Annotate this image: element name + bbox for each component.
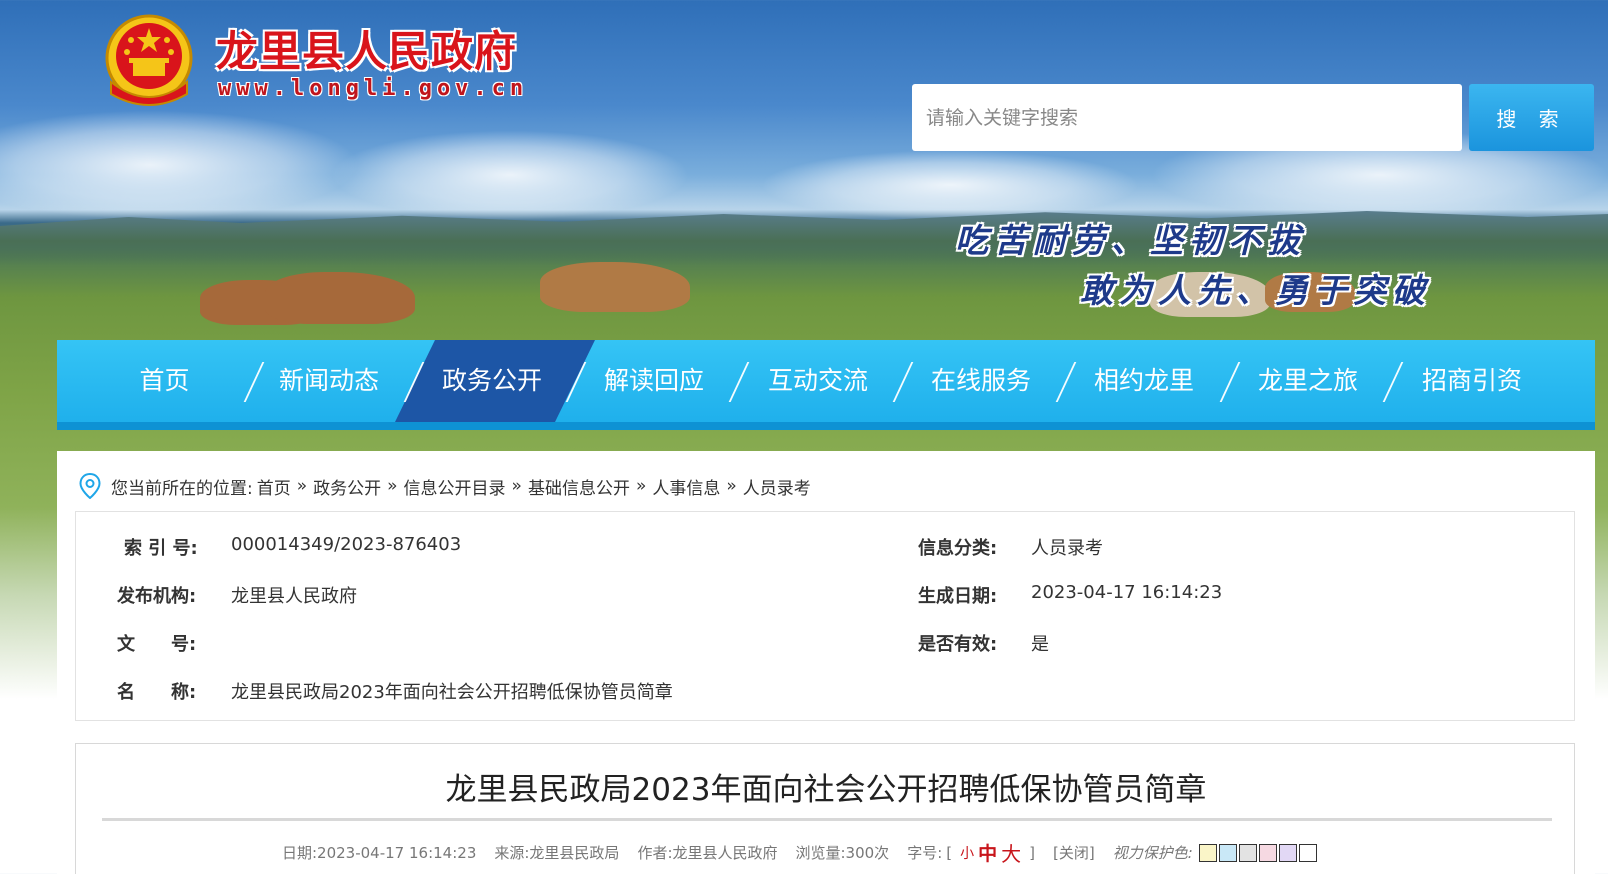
slogan-line-2: 敢为人先、勇于突破 (1080, 271, 1431, 310)
breadcrumb-separator: » (387, 476, 398, 496)
breadcrumb-link-catalog[interactable]: 信息公开目录 (404, 474, 506, 499)
nav-separator (1055, 362, 1077, 402)
breadcrumb-link-gov-affairs[interactable]: 政务公开 (313, 474, 381, 499)
meta-date-label: 生成日期: (918, 586, 998, 607)
meta-index-label: 索 引 号: (124, 538, 198, 559)
font-size-small-button[interactable]: 小 (960, 843, 974, 863)
eye-care-swatch-purple[interactable] (1278, 843, 1297, 862)
slogan-line-1: 吃苦耐劳、坚韧不拔 (955, 221, 1306, 260)
article-divider (102, 818, 1552, 821)
eye-care-swatch-white[interactable] (1298, 843, 1317, 862)
font-size-medium-button[interactable]: 中 (978, 839, 997, 866)
breadcrumb-separator: » (296, 476, 308, 496)
meta-date-value: 2023-04-17 16:14:23 (1031, 582, 1223, 603)
meta-valid-label: 是否有效: (918, 634, 998, 655)
article-info-bar: 日期:2023-04-17 16:14:23 来源:龙里县民政局 作者:龙里县人… (282, 838, 1319, 867)
site-title: 龙里县人民政府 (216, 27, 518, 76)
nav-item-news[interactable]: 新闻动态 (264, 340, 394, 422)
meta-category-value: 人员录考 (1031, 538, 1103, 559)
font-size-label: 字号: (907, 844, 943, 862)
meta-publisher-label: 发布机构: (117, 586, 197, 607)
meta-category-label: 信息分类: (918, 538, 998, 559)
cloud-decoration (0, 110, 360, 220)
horse-image (265, 272, 415, 324)
close-page-link[interactable]: [关闭] (1053, 842, 1095, 863)
main-nav: 首页 新闻动态 政务公开 解读回应 互动交流 在线服务 相约龙里 龙里之旅 招商… (57, 340, 1595, 430)
cloud-decoration (760, 150, 1140, 220)
nav-separator (1382, 362, 1404, 402)
nav-separator (243, 362, 265, 402)
document-meta-table: 索 引 号: 000014349/2023-876403 信息分类: 人员录考 … (75, 511, 1575, 721)
article-box: 龙里县民政局2023年面向社会公开招聘低保协管员简章 日期:2023-04-17… (75, 743, 1575, 874)
location-pin-icon (79, 473, 101, 499)
nav-separator (892, 362, 914, 402)
search-input[interactable] (912, 84, 1462, 151)
nav-item-home[interactable]: 首页 (107, 340, 222, 422)
nav-item-investment[interactable]: 招商引资 (1407, 340, 1537, 422)
breadcrumb-link-home[interactable]: 首页 (257, 474, 291, 499)
nav-item-interpretation[interactable]: 解读回应 (589, 340, 719, 422)
national-emblem-icon (105, 14, 193, 106)
eye-care-swatch-gray[interactable] (1238, 843, 1257, 862)
meta-name-label: 名 称: (117, 682, 197, 703)
nav-item-gov-affairs[interactable]: 政务公开 (427, 340, 557, 422)
breadcrumb-separator: » (635, 476, 647, 496)
breadcrumb-link-basic-info[interactable]: 基础信息公开 (528, 474, 630, 499)
meta-publisher-value: 龙里县人民政府 (231, 586, 357, 607)
font-size-bracket-close: ] (1029, 843, 1035, 862)
breadcrumb-prefix: 您当前所在的位置: (111, 478, 253, 499)
breadcrumb-link-recruitment[interactable]: 人员录考 (743, 474, 811, 499)
cloud-decoration (330, 130, 690, 220)
nav-separator (728, 362, 750, 402)
article-date: 日期:2023-04-17 16:14:23 (282, 844, 477, 862)
site-url: www.longli.gov.cn (218, 76, 529, 101)
hills-decoration (0, 211, 1608, 265)
eye-care-swatch-pink[interactable] (1258, 843, 1277, 862)
breadcrumb-separator: » (726, 476, 737, 496)
meta-name-value: 龙里县民政局2023年面向社会公开招聘低保协管员简章 (231, 682, 673, 703)
meta-index-value: 000014349/2023-876403 (231, 534, 462, 555)
article-author: 作者:龙里县人民政府 (637, 844, 778, 862)
horse-image (540, 262, 690, 312)
nav-item-interaction[interactable]: 互动交流 (753, 340, 883, 422)
eye-care-swatch-blue[interactable] (1218, 843, 1237, 862)
breadcrumb: 您当前所在的位置: 首页 » 政务公开 » 信息公开目录 » 基础信息公开 » … (79, 473, 811, 499)
nav-item-longli-travel[interactable]: 龙里之旅 (1243, 340, 1373, 422)
breadcrumb-link-personnel[interactable]: 人事信息 (652, 474, 720, 499)
article-views: 浏览量:300次 (795, 844, 890, 862)
nav-item-online-service[interactable]: 在线服务 (916, 340, 1046, 422)
search-button[interactable]: 搜 索 (1469, 84, 1594, 151)
content-panel: 您当前所在的位置: 首页 » 政务公开 » 信息公开目录 » 基础信息公开 » … (57, 451, 1595, 874)
font-size-large-button[interactable]: 大 (1001, 838, 1021, 867)
breadcrumb-separator: » (511, 476, 522, 496)
meta-valid-value: 是 (1031, 634, 1049, 655)
eye-care-label: 视力保护色: (1112, 844, 1193, 862)
nav-separator (1219, 362, 1241, 402)
article-title: 龙里县民政局2023年面向社会公开招聘低保协管员简章 (445, 772, 1207, 808)
font-size-bracket-open: [ (946, 843, 953, 862)
meta-doc-no-label: 文 号: (117, 634, 197, 655)
nav-item-meet-longli[interactable]: 相约龙里 (1079, 340, 1209, 422)
eye-care-swatch-yellow[interactable] (1198, 843, 1217, 862)
article-source: 来源:龙里县民政局 (494, 844, 620, 862)
